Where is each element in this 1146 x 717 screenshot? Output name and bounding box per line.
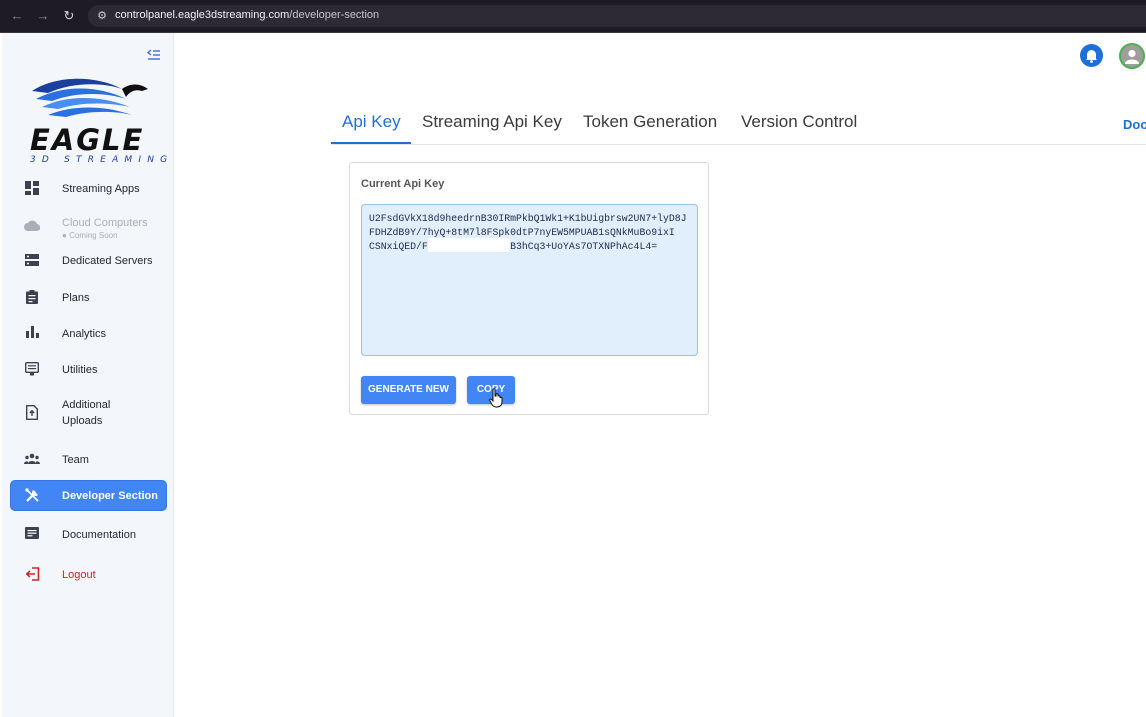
hand-cursor-icon bbox=[489, 388, 503, 408]
sidebar-item-cloud-computers: Cloud Computers ● Coming Soon bbox=[11, 215, 166, 241]
sidebar-item-label: Streaming Apps bbox=[62, 183, 140, 195]
developer-tabs: Api Key Streaming Api Key Token Generati… bbox=[331, 104, 1146, 145]
sidebar-item-label: Cloud Computers bbox=[62, 217, 148, 229]
sidebar-item-team[interactable]: Team bbox=[11, 450, 166, 470]
sidebar: EAGLE 3D STREAMING Streaming Apps Cloud … bbox=[2, 33, 174, 717]
team-icon bbox=[24, 452, 40, 468]
logo-subtitle: 3D STREAMING bbox=[30, 155, 174, 165]
sidebar-item-label: Documentation bbox=[62, 529, 136, 541]
site-settings-icon[interactable]: ⚙ bbox=[95, 9, 109, 23]
sidebar-item-label: Plans bbox=[62, 292, 90, 304]
logo-wordmark: EAGLE bbox=[30, 123, 145, 157]
logout-icon bbox=[24, 567, 40, 583]
upload-file-icon bbox=[24, 405, 40, 421]
sidebar-item-label: Logout bbox=[62, 569, 96, 581]
tab-api-key[interactable]: Api Key bbox=[342, 112, 401, 132]
api-key-value: U2FsdGVkX18d9heedrnB30IRmPkbQ1Wk1+K1bUig… bbox=[369, 213, 746, 252]
documentation-link[interactable]: Doc bbox=[1123, 117, 1146, 132]
tools-icon bbox=[24, 488, 40, 504]
browser-toolbar: ← → ↻ ⚙ controlpanel.eagle3dstreaming.co… bbox=[0, 0, 1146, 33]
dashboard-icon bbox=[24, 181, 40, 197]
generate-new-button[interactable]: GENERATE NEW bbox=[361, 376, 456, 404]
sidebar-item-label: Dedicated Servers bbox=[62, 255, 153, 267]
tab-token-generation[interactable]: Token Generation bbox=[583, 112, 717, 132]
eagle-logo[interactable]: EAGLE 3D STREAMING bbox=[26, 77, 167, 165]
active-tab-indicator bbox=[331, 142, 411, 144]
sidebar-item-label: Additional Uploads bbox=[62, 399, 111, 427]
eagle-wing-logo-icon bbox=[32, 78, 148, 117]
address-bar[interactable]: ⚙ controlpanel.eagle3dstreaming.com/deve… bbox=[88, 5, 1146, 27]
sidebar-item-additional-uploads[interactable]: Additional Uploads bbox=[11, 397, 166, 429]
cloud-icon bbox=[24, 220, 41, 236]
sidebar-item-label: Developer Section bbox=[62, 489, 158, 502]
tab-version-control[interactable]: Version Control bbox=[741, 112, 857, 132]
reload-icon[interactable]: ↻ bbox=[60, 7, 78, 25]
api-key-card: Current Api Key U2FsdGVkX18d9heedrnB30IR… bbox=[349, 162, 709, 415]
api-key-title: Current Api Key bbox=[361, 178, 445, 190]
api-key-textarea[interactable]: U2FsdGVkX18d9heedrnB30IRmPkbQ1Wk1+K1bUig… bbox=[361, 204, 698, 356]
tab-streaming-api-key[interactable]: Streaming Api Key bbox=[422, 112, 562, 132]
sidebar-item-developer-section[interactable]: Developer Section bbox=[11, 481, 166, 510]
sidebar-item-streaming-apps[interactable]: Streaming Apps bbox=[11, 179, 166, 199]
sidebar-item-label: Team bbox=[62, 454, 89, 466]
back-icon[interactable]: ← bbox=[8, 7, 26, 25]
sidebar-item-label: Utilities bbox=[62, 364, 98, 376]
collapse-sidebar-icon[interactable] bbox=[146, 47, 162, 63]
sidebar-item-dedicated-servers[interactable]: Dedicated Servers bbox=[11, 251, 166, 271]
forward-icon[interactable]: → bbox=[34, 7, 52, 25]
coming-soon-label: ● Coming Soon bbox=[62, 231, 118, 240]
redacted-region bbox=[428, 238, 510, 252]
sidebar-item-analytics[interactable]: Analytics bbox=[11, 324, 166, 344]
document-icon bbox=[24, 527, 40, 543]
sidebar-item-utilities[interactable]: Utilities bbox=[11, 360, 166, 380]
clipboard-icon bbox=[24, 290, 40, 306]
sidebar-item-plans[interactable]: Plans bbox=[11, 288, 166, 308]
sidebar-item-documentation[interactable]: Documentation bbox=[11, 525, 166, 545]
user-avatar[interactable] bbox=[1119, 43, 1145, 69]
sidebar-item-label: Analytics bbox=[62, 328, 107, 340]
url-text: controlpanel.eagle3dstreaming.com/develo… bbox=[115, 9, 380, 21]
sidebar-item-logout[interactable]: Logout bbox=[11, 565, 166, 585]
server-icon bbox=[24, 253, 40, 269]
bar-chart-icon bbox=[24, 326, 40, 342]
monitor-icon bbox=[24, 361, 40, 378]
notifications-bell-icon[interactable] bbox=[1080, 44, 1103, 67]
